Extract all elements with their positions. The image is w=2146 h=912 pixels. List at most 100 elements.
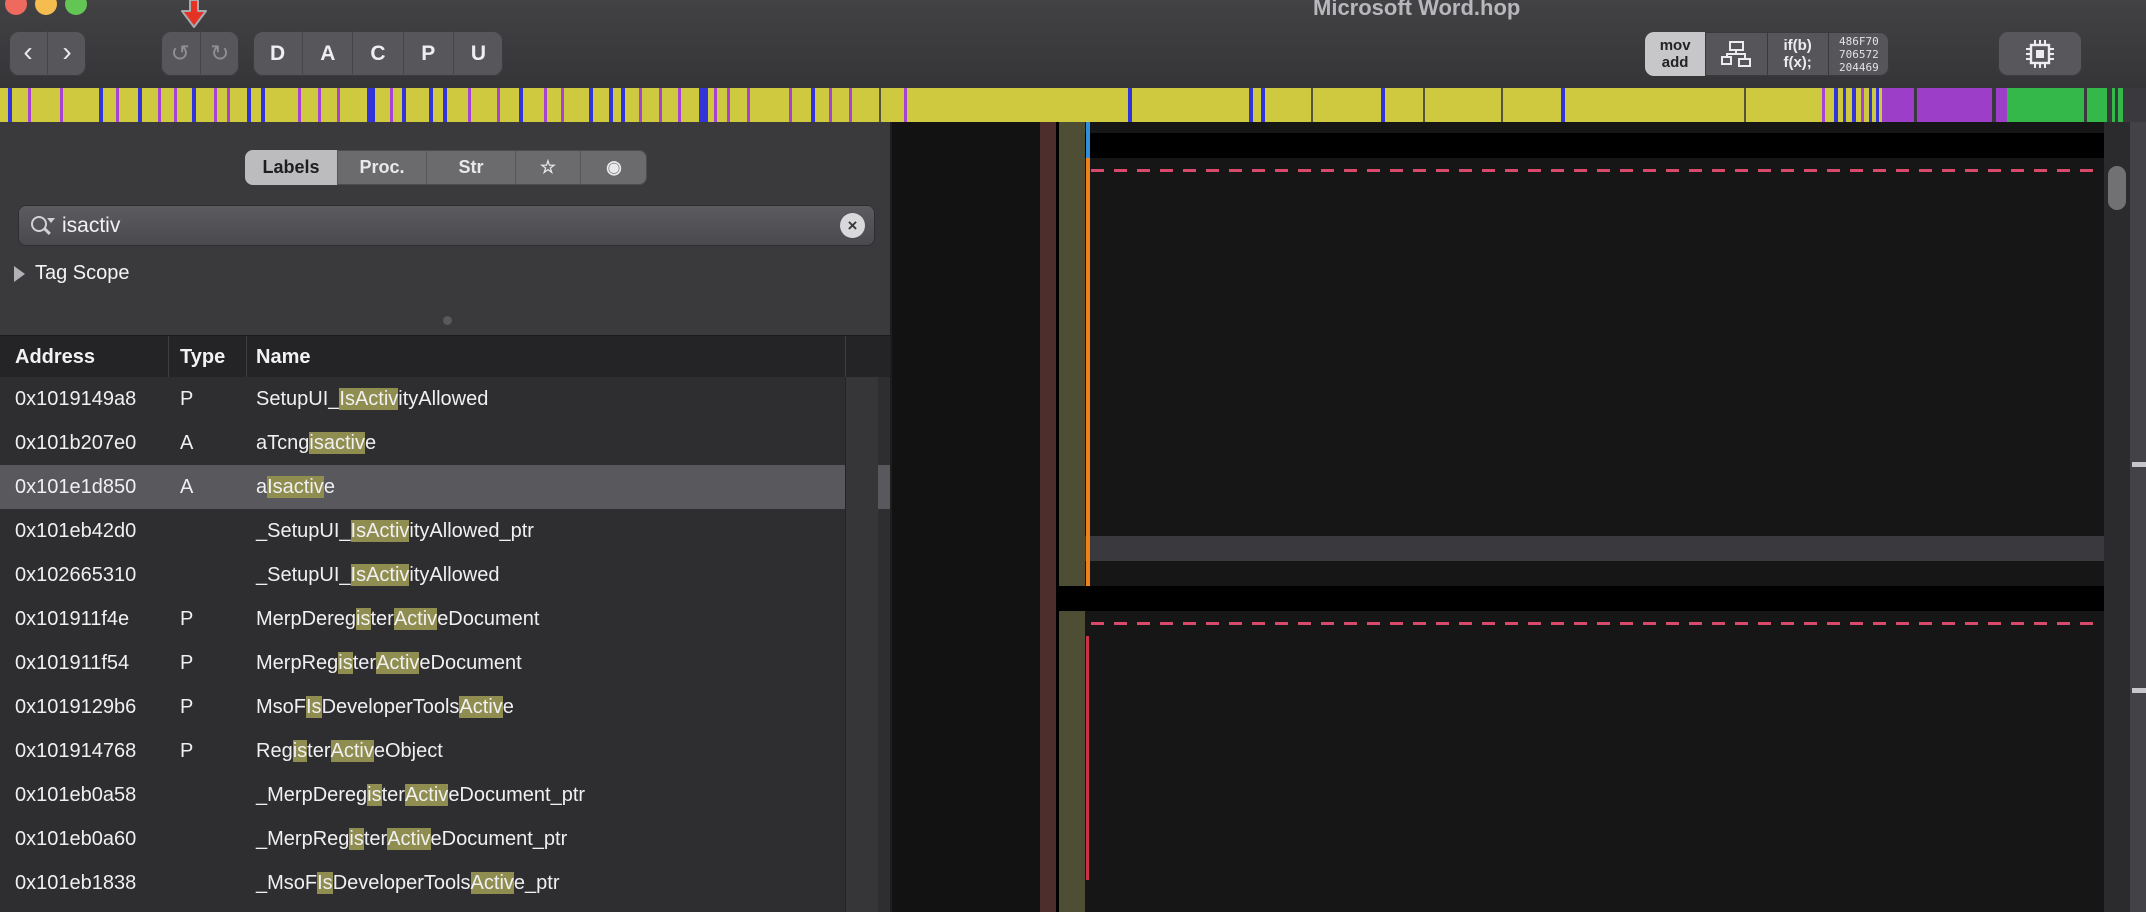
symbol-table-scrollbar[interactable] [846,377,1721,912]
type-marking-label: U [470,41,486,65]
view-mode-group: mov add if(b) f(x); 486F70 706572 204469 [1645,32,1889,76]
table-row[interactable]: 0x101eb1838 _MsoFIsDeveloperToolsActive_… [0,861,890,905]
disassembly-scrollbar[interactable] [2104,122,2130,912]
column-header-address[interactable]: Address [15,336,95,378]
table-row[interactable]: 0x101eb42d0 _SetupUI_IsActivityAllowed_p… [0,509,890,553]
table-row[interactable]: 0x1019149a8 P SetupUI_IsActivityAllowed [0,377,890,421]
type-marking-button[interactable]: U [454,31,503,76]
undo-button[interactable]: ↺ [161,31,201,76]
code-line[interactable]: 00000001002a6121 push rbp [1085,311,2104,336]
code-line[interactable]: 00000001002a6136 call qword [ _objc_msgS… [1085,436,2104,461]
column-header-name[interactable]: Name [256,336,310,378]
search-input-value[interactable]: isactiv [62,214,120,238]
procedure-extent-line-previous [1086,122,1090,158]
code-line[interactable] [1085,796,2104,851]
code-line[interactable]: 00000001002a612f mov rsi , qword [ 0x102… [1085,411,2104,436]
back-button[interactable]: ‹ [9,31,48,76]
column-separator[interactable] [168,336,169,378]
symbol-filter-tab[interactable]: ☆ [516,150,581,185]
code-line[interactable]: 00000001002a613e setne al [1085,486,2104,511]
cfg-mode-button[interactable] [1706,32,1768,76]
symbol-filter-tab[interactable]: Str [427,150,516,185]
scrollbar-thumb[interactable] [2108,166,2126,210]
segment-minimap[interactable] [0,88,2146,123]
code-line[interactable]: ; var_20: int64_t, -32 [1085,746,2104,771]
code-line[interactable]: 00000001002a6142 ret [1085,536,2104,561]
close-window-button[interactable] [5,0,27,15]
minimap-stripe [678,88,681,122]
table-row[interactable]: 0x101911f54 P MerpRegisterActiveDocument [0,641,890,685]
table-row[interactable]: 0x101eb0a58 _MerpDeregisterActiveDocumen… [0,773,890,817]
symbol-search-field[interactable]: isactiv × [18,205,875,246]
current-position-marker[interactable] [176,0,212,31]
column-separator[interactable] [845,336,846,378]
symbol-filter-tab-label: Proc. [359,157,405,177]
tag-scope-disclosure[interactable]: Tag Scope [14,262,130,285]
code-line[interactable]: 00000001002a6125 mov rax , qword [ _NSAp… [1085,361,2104,386]
code-line[interactable]: 00000001002a6141 pop rbp [1085,511,2104,536]
table-row[interactable]: 0x1019129b6 P MsoFIsDeveloperToolsActive [0,685,890,729]
code-line[interactable]: 00000001002a612c mov rdi , qword [ rax ] [1085,386,2104,411]
table-row[interactable]: 0x101eb0a60 _MerpRegisterActiveDocument_… [0,817,890,861]
row-address: 0x101eb42d0 [15,520,137,542]
row-type: A [180,432,194,454]
type-marking-button[interactable]: P [404,31,454,76]
minimap-stripe [789,88,792,122]
code-line[interactable]: sub_1002a6121: [1085,286,2104,311]
code-line[interactable]: 00000001002a6150 push rbp [1085,876,2104,901]
forward-button[interactable]: › [48,31,86,76]
cpu-button[interactable] [1998,31,2082,76]
minimap-stripe [1843,88,1846,122]
code-line[interactable]: ; endp [1085,133,2104,158]
code-line[interactable]: ; endp [1085,561,2104,586]
code-line[interactable]: 00000001002a6143 align 16 [1085,586,2104,611]
assembly-mode-button[interactable]: mov add [1645,32,1707,76]
code-line[interactable]: ; =============== B E G I N N I N G O F … [1085,201,2104,226]
code-line[interactable]: ; Variables: [1085,721,2104,746]
code-line[interactable] [1085,183,2104,201]
code-line[interactable] [1085,158,2104,183]
column-header-type[interactable]: Type [180,336,225,378]
table-row[interactable]: 0x102665310 _SetupUI_IsActivityAllowed [0,553,890,597]
minimap-stripe [1261,88,1265,122]
table-row[interactable]: 0x101e1d850 A aIsactive [0,465,890,509]
minimap-stripe [443,88,447,122]
symbol-filter-tab[interactable]: Labels [245,150,338,185]
table-row[interactable]: 0x101b207e0 A aTcngisactive [0,421,890,465]
minimap-stripe [99,88,103,122]
code-line[interactable]: ; var_30: int8_t, -48 [1085,771,2104,796]
redo-button[interactable]: ↻ [201,31,240,76]
hex-mode-button[interactable]: 486F70 706572 204469 [1829,32,1889,76]
code-line[interactable] [1085,696,2104,721]
table-row[interactable]: 0x101914768 P RegisterActiveObject [0,729,890,773]
minimap-stripe [621,88,625,122]
code-line[interactable] [1085,226,2104,286]
minimap-stripe [519,88,523,122]
table-row[interactable]: 0x101911f4e P MerpDeregisterActiveDocume… [0,597,890,641]
code-line[interactable]: sub_1002a6150: [1085,851,2104,876]
type-marking-button[interactable]: A [303,31,354,76]
disassembly-view[interactable]: ; endp ; =============== B E G I N N I N… [1085,122,2104,912]
type-marking-button[interactable]: C [353,31,404,76]
panel-resize-handle[interactable] [443,316,452,325]
minimap-stripe [1744,88,1746,122]
code-line[interactable] [1085,122,2104,133]
clear-search-button[interactable]: × [840,213,865,238]
code-line[interactable] [1085,611,2104,636]
minimap-stripe [468,88,471,122]
code-line[interactable]: 00000001002a6122 mov rbp , rsp [1085,336,2104,361]
column-separator[interactable] [246,336,247,378]
minimap-stripe [1501,88,1503,122]
minimap-stripe [747,88,750,122]
code-line[interactable]: ; =============== B E G I N N I N G O F … [1085,671,2104,696]
edge-tick [2132,462,2146,467]
zoom-window-button[interactable] [65,0,87,15]
minimize-window-button[interactable] [35,0,57,15]
symbol-filter-tab[interactable]: Proc. [338,150,427,185]
code-line[interactable] [1085,636,2104,671]
symbol-filter-tab[interactable]: ◉ [581,150,647,185]
align-row-band [1056,586,1085,611]
code-line[interactable]: 00000001002a613c test al , al [1085,461,2104,486]
pseudocode-mode-button[interactable]: if(b) f(x); [1768,32,1829,76]
type-marking-button[interactable]: D [253,31,304,76]
